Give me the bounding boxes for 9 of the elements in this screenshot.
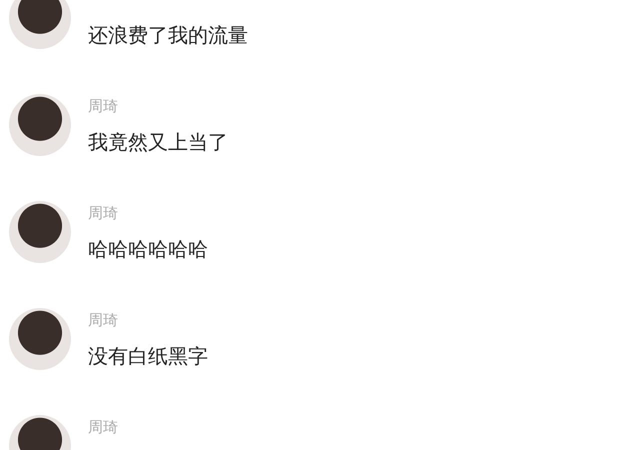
message-text: 哈哈哈哈哈哈 bbox=[88, 236, 208, 262]
message-text: 没有白纸黑字 bbox=[88, 343, 208, 369]
message-text: 还浪费了我的流量 bbox=[88, 22, 248, 48]
message-text: 我竟然又上当了 bbox=[88, 129, 228, 155]
avatar[interactable] bbox=[9, 0, 71, 49]
sender-name: 周琦 bbox=[88, 203, 119, 223]
sender-name: 周琦 bbox=[88, 310, 119, 330]
sender-name: 周琦 bbox=[88, 96, 119, 116]
sender-name: 周琦 bbox=[88, 417, 118, 437]
